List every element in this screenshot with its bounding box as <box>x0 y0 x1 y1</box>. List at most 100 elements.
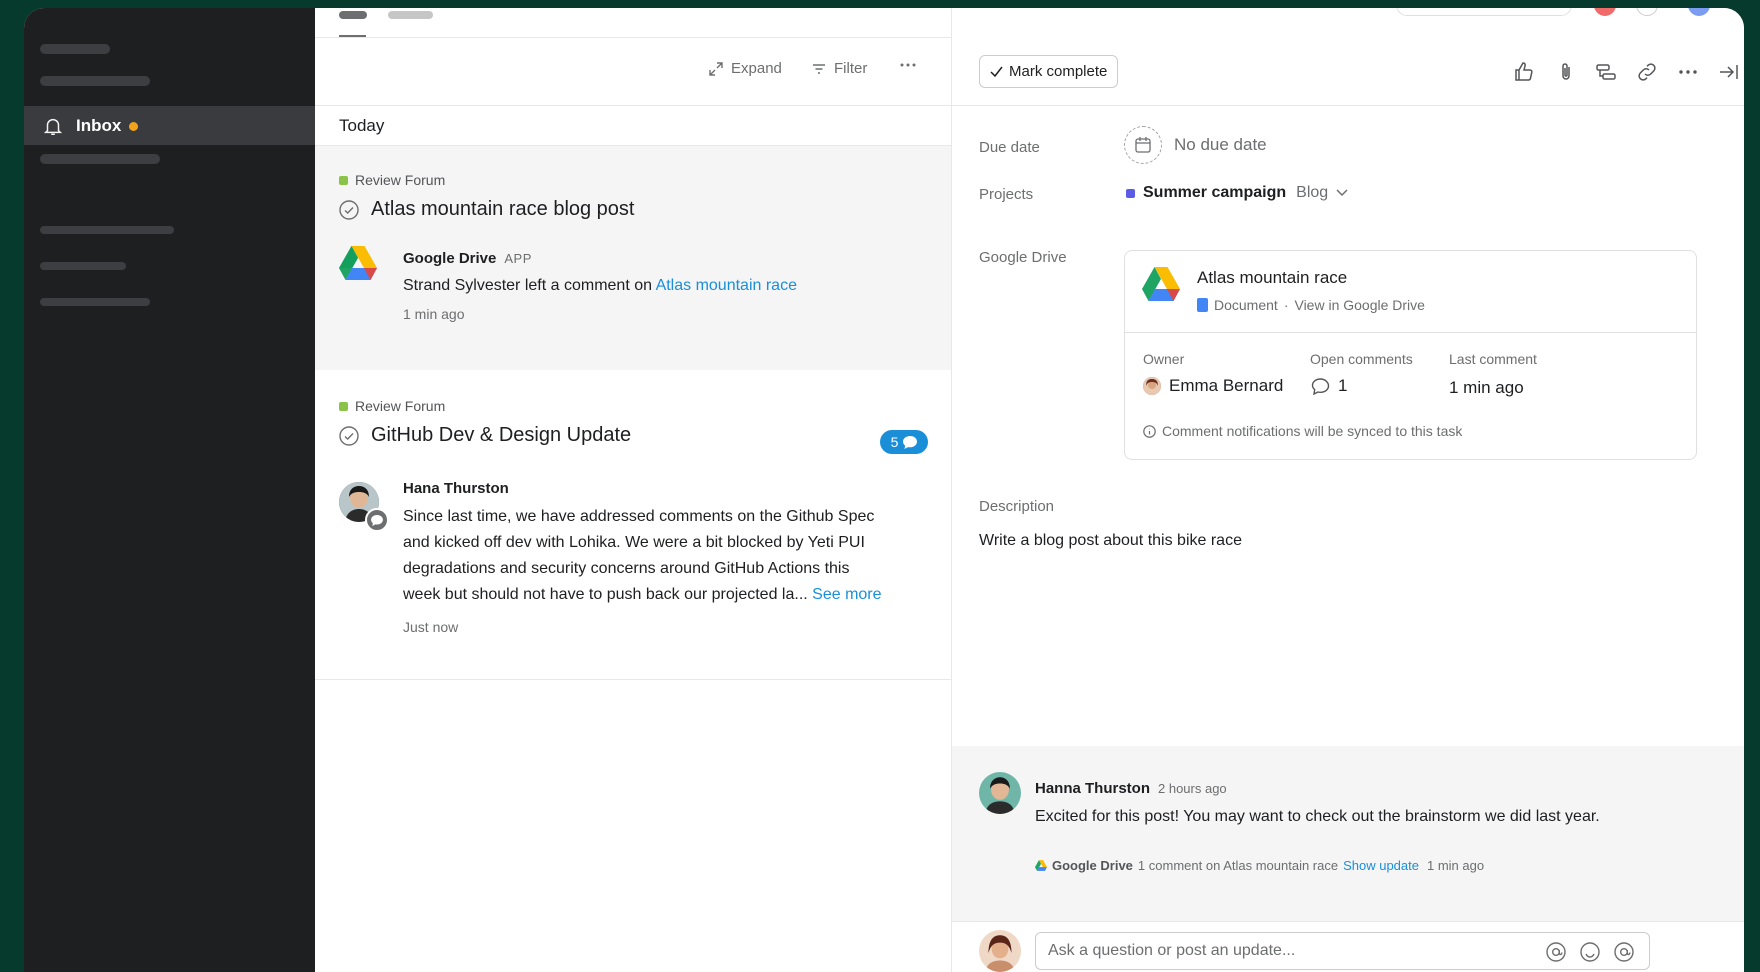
avatar[interactable] <box>979 772 1021 814</box>
author-name[interactable]: Hanna Thurston <box>1035 780 1150 797</box>
sidebar-placeholder[interactable] <box>40 44 110 54</box>
activity-meta: Google Drive 1 comment on Atlas mountain… <box>1035 858 1484 873</box>
message-line: degradations and security concerns aroun… <box>403 560 850 577</box>
task-detail-pane: Mark complete Due date No due date Proje… <box>952 8 1744 972</box>
sidebar-placeholder[interactable] <box>40 298 150 306</box>
project-color-square <box>339 401 348 411</box>
mention-icon[interactable] <box>1545 941 1567 963</box>
comment-count-badge[interactable]: 5 <box>880 430 928 454</box>
doc-title[interactable]: Atlas mountain race <box>1197 268 1347 288</box>
chevron-down-icon[interactable] <box>1336 189 1348 197</box>
doc-link[interactable]: Atlas mountain race <box>656 277 797 294</box>
comment-placeholder: Ask a question or post an update... <box>1048 942 1296 959</box>
subtask-icon[interactable] <box>1594 60 1618 84</box>
filter-icon <box>813 63 825 74</box>
message-text: Strand Sylvester left a comment on <box>403 277 656 294</box>
close-pane-icon[interactable] <box>1717 60 1741 84</box>
sidebar-item-label: Inbox <box>76 115 122 135</box>
separator: · <box>1283 297 1289 313</box>
mark-complete-button[interactable]: Mark complete <box>979 55 1119 88</box>
doc-type: Document <box>1214 297 1278 313</box>
at-icon[interactable] <box>1613 941 1635 963</box>
more-options-button[interactable] <box>899 56 917 74</box>
project-field[interactable]: Summer campaign Blog <box>1126 184 1348 202</box>
expand-icon <box>709 61 723 76</box>
avatar[interactable] <box>1594 8 1616 16</box>
inbox-item[interactable]: Review Forum GitHub Dev & Design Update … <box>315 370 951 680</box>
comment-count: 5 <box>890 434 899 450</box>
meta-text: 1 comment on Atlas mountain race <box>1137 858 1339 873</box>
owner-label: Owner <box>1143 351 1185 367</box>
document-icon <box>1197 298 1208 312</box>
last-comment-label: Last comment <box>1449 351 1537 367</box>
expand-label: Expand <box>731 60 782 77</box>
message-body: Since last time, we have addressed comme… <box>403 504 882 608</box>
check-circle-icon[interactable] <box>339 425 359 446</box>
avatar <box>979 930 1021 972</box>
avatar-image <box>1143 377 1161 395</box>
owner-name: Emma Bernard <box>1169 376 1284 395</box>
message-line: and kicked off dev with Lohika. We were … <box>403 534 865 551</box>
project-name: Summer campaign <box>1143 184 1287 201</box>
tab-archive[interactable] <box>388 11 433 19</box>
check-circle-icon[interactable] <box>339 199 359 220</box>
filter-button[interactable]: Filter <box>812 60 867 77</box>
filter-label: Filter <box>834 60 868 77</box>
due-date-label: Due date <box>979 139 1040 156</box>
more-icon[interactable] <box>1676 60 1700 84</box>
open-comments-count: 1 <box>1338 376 1348 395</box>
last-comment-value: 1 min ago <box>1449 378 1524 397</box>
comment-icon <box>1311 377 1330 395</box>
view-in-drive-link[interactable]: View in Google Drive <box>1294 297 1424 313</box>
search-bar-partial[interactable] <box>1396 8 1572 16</box>
tab-activity[interactable] <box>339 11 367 19</box>
inbox-item[interactable]: Review Forum Atlas mountain race blog po… <box>315 146 951 370</box>
due-date-field[interactable]: No due date <box>1124 126 1267 164</box>
tab-bar <box>315 8 951 38</box>
project-tag[interactable]: Review Forum <box>339 172 445 188</box>
comment-source-badge <box>365 508 389 532</box>
help-icon[interactable] <box>1636 8 1658 16</box>
app-tag: APP <box>504 251 532 266</box>
message-line-text: week but should not have to push back ou… <box>403 586 808 603</box>
checkmark-icon <box>990 66 1003 77</box>
sidebar-item-inbox[interactable]: Inbox <box>24 106 315 145</box>
bell-icon <box>43 118 63 135</box>
project-name: Review Forum <box>355 172 446 188</box>
open-comments-value: 1 <box>1311 376 1347 396</box>
card-header[interactable]: Atlas mountain race Document · View in G… <box>1125 251 1696 333</box>
doc-subtitle: Document · View in Google Drive <box>1197 297 1425 313</box>
comment-input[interactable]: Ask a question or post an update... <box>1035 932 1650 970</box>
message-author: Google Drive APP <box>403 250 532 267</box>
sidebar: Inbox <box>24 8 315 972</box>
composer-actions <box>1545 941 1635 963</box>
meta-time: 1 min ago <box>1427 858 1485 873</box>
unread-dot <box>129 122 139 131</box>
author-name: Google Drive <box>403 250 497 267</box>
sidebar-placeholder[interactable] <box>40 76 150 86</box>
avatar <box>1143 377 1161 395</box>
see-more-link[interactable]: See more <box>812 586 881 603</box>
description-text[interactable]: Write a blog post about this bike race <box>979 532 1242 550</box>
project-section: Blog <box>1296 184 1329 201</box>
app-window: Inbox Expand Filter Today Review Forum A… <box>24 8 1744 972</box>
sidebar-placeholder[interactable] <box>40 226 174 234</box>
sidebar-placeholder[interactable] <box>40 154 160 164</box>
avatar[interactable] <box>1688 8 1710 16</box>
sidebar-placeholder[interactable] <box>40 262 126 270</box>
thumbs-up-icon[interactable] <box>1512 60 1536 84</box>
meta-app-name: Google Drive <box>1052 858 1133 873</box>
paperclip-icon[interactable] <box>1554 60 1578 84</box>
message-line: week but should not have to push back ou… <box>403 582 882 608</box>
task-title[interactable]: GitHub Dev & Design Update <box>339 424 631 447</box>
message-time: Just now <box>403 619 459 635</box>
message-body: Strand Sylvester left a comment on Atlas… <box>403 273 797 299</box>
open-comments-label: Open comments <box>1310 351 1413 367</box>
project-tag[interactable]: Review Forum <box>339 398 445 414</box>
chat-icon <box>371 514 383 526</box>
emoji-icon[interactable] <box>1579 941 1601 963</box>
expand-button[interactable]: Expand <box>709 60 782 77</box>
show-update-link[interactable]: Show update <box>1343 858 1419 873</box>
link-icon[interactable] <box>1635 60 1659 84</box>
task-title[interactable]: Atlas mountain race blog post <box>339 198 635 221</box>
